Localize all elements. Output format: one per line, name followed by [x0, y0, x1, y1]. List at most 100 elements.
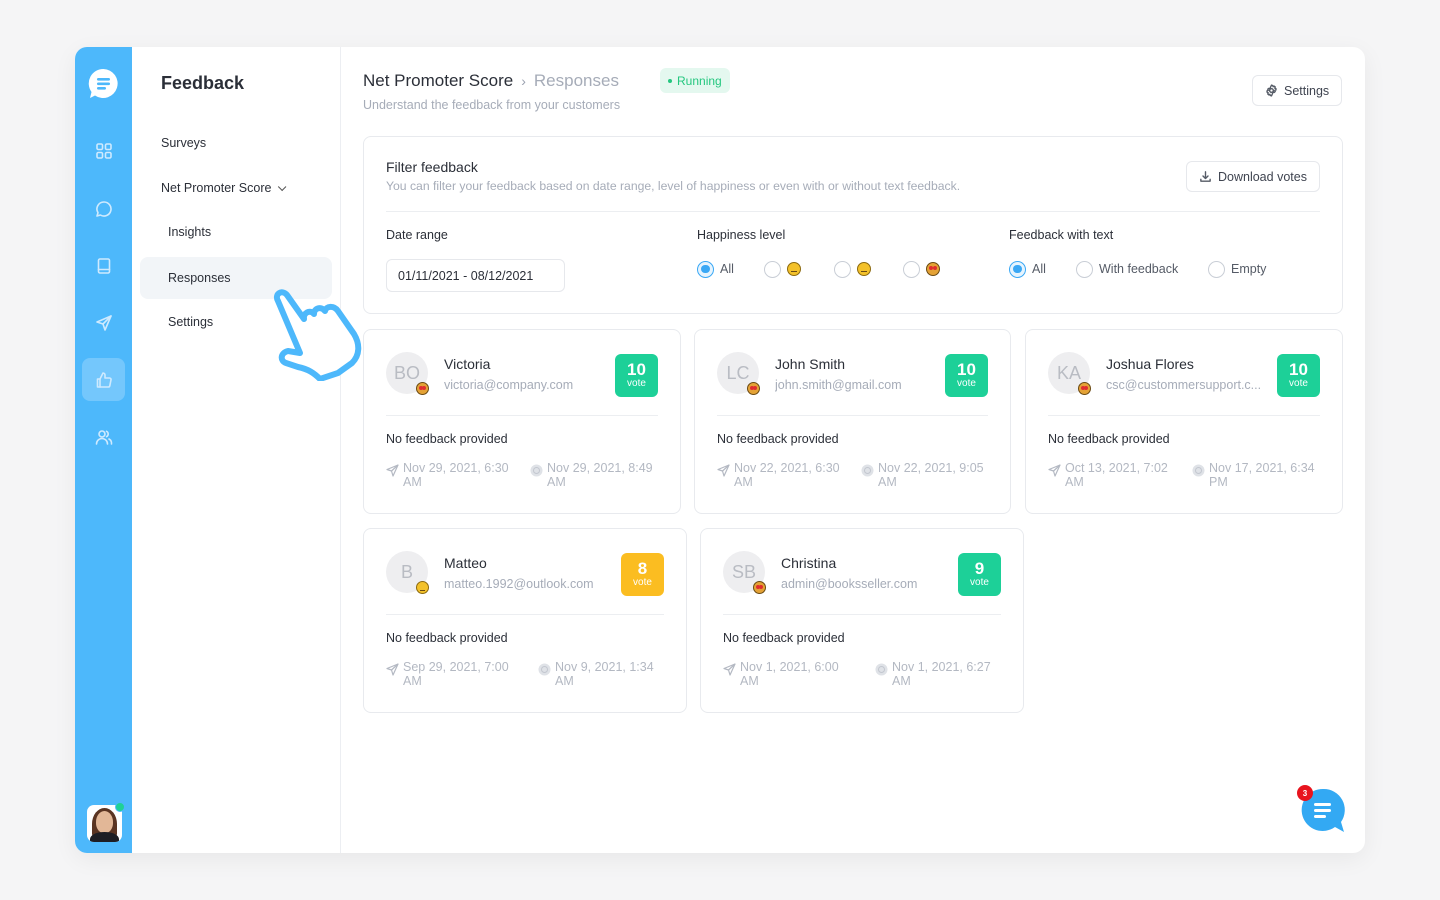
- respondent-initials: B: [400, 561, 413, 582]
- chevron-down-icon: [278, 182, 287, 192]
- breadcrumb-parent[interactable]: Net Promoter Score: [363, 71, 513, 91]
- unamused-face-icon: [787, 262, 801, 276]
- check-circle-icon: [538, 663, 551, 676]
- happiness-option-unamused[interactable]: [764, 260, 834, 278]
- settings-button-label: Settings: [1284, 83, 1330, 98]
- app-logo-icon[interactable]: [87, 67, 120, 100]
- sidebar-item-settings[interactable]: Settings: [168, 315, 213, 329]
- answered-date: Nov 9, 2021, 1:34 AM: [538, 660, 665, 688]
- sent-date: Oct 13, 2021, 7:02 AM: [1048, 461, 1175, 489]
- check-circle-icon: [861, 464, 874, 477]
- status-badge: Running: [660, 68, 730, 93]
- rail-dashboard[interactable]: [82, 129, 125, 172]
- date-range-input[interactable]: 01/11/2021 - 08/12/2021: [386, 259, 565, 292]
- nps-score-badge: 10 vote: [945, 354, 988, 397]
- respondent-email: victoria@company.com: [444, 378, 574, 392]
- send-icon: [386, 663, 399, 676]
- check-circle-icon: [530, 464, 543, 477]
- sidebar-title: Feedback: [161, 73, 245, 93]
- check-circle-icon: [1192, 464, 1205, 477]
- main-content: Net Promoter Score › Responses Running U…: [341, 47, 1365, 853]
- respondent-name: Victoria: [444, 356, 491, 372]
- sidebar-item-net-promoter-score[interactable]: Net Promoter Score: [161, 181, 287, 195]
- settings-button[interactable]: Settings: [1252, 75, 1343, 106]
- neutral-face-icon: [416, 581, 429, 594]
- download-votes-button[interactable]: Download votes: [1186, 161, 1320, 192]
- happiness-option-neutral[interactable]: [834, 260, 903, 278]
- response-card[interactable]: KA Joshua Flores csc@custommersupport.c.…: [1025, 329, 1343, 514]
- respondent-name: Joshua Flores: [1106, 356, 1194, 372]
- card-divider: [386, 614, 664, 615]
- hand-pointer-icon: [274, 289, 362, 381]
- card-divider: [717, 415, 988, 416]
- breadcrumb: Net Promoter Score › Responses: [363, 71, 619, 91]
- send-icon: [386, 464, 399, 477]
- check-circle-icon: [875, 663, 888, 676]
- respondent-name: John Smith: [775, 356, 846, 372]
- card-divider: [1048, 415, 1320, 416]
- feedback-text: No feedback provided: [386, 631, 508, 645]
- users-icon: [95, 429, 112, 445]
- sidebar-item-insights[interactable]: Insights: [168, 225, 211, 239]
- response-card[interactable]: SB Christina admin@booksseller.com 9 vot…: [700, 528, 1024, 713]
- dashboard-icon: [95, 142, 112, 159]
- respondent-initials: LC: [726, 362, 750, 383]
- thumbs-up-icon: [96, 371, 112, 388]
- nps-score: 10: [627, 360, 646, 379]
- sidebar-item-surveys[interactable]: Surveys: [161, 136, 206, 150]
- page-subtitle: Understand the feedback from your custom…: [363, 98, 621, 112]
- sidebar-item-responses[interactable]: Responses: [168, 271, 231, 285]
- respondent-initials: KA: [1056, 362, 1081, 383]
- download-icon: [1200, 171, 1211, 182]
- sent-date: Nov 1, 2021, 6:00 AM: [723, 660, 850, 688]
- happiness-level-options: All: [697, 259, 940, 279]
- chat-icon: [95, 200, 112, 217]
- happiness-option-all[interactable]: All: [697, 260, 764, 278]
- respondent-initials: SB: [731, 561, 756, 582]
- text-option-empty[interactable]: Empty: [1208, 260, 1266, 278]
- vote-label: vote: [970, 577, 989, 588]
- card-divider: [386, 415, 658, 416]
- rail-contacts[interactable]: [82, 415, 125, 458]
- filter-title: Filter feedback: [386, 159, 478, 175]
- response-card[interactable]: B Matteo matteo.1992@outlook.com 8 vote …: [363, 528, 687, 713]
- nps-score-badge: 10 vote: [615, 354, 658, 397]
- send-icon: [717, 464, 730, 477]
- feedback-text: No feedback provided: [723, 631, 845, 645]
- heart-eyes-face-icon: [753, 581, 766, 594]
- answered-date: Nov 1, 2021, 6:27 AM: [875, 660, 1002, 688]
- respondent-email: matteo.1992@outlook.com: [444, 577, 594, 591]
- vote-label: vote: [1289, 378, 1308, 389]
- happiness-option-heart-eyes[interactable]: [903, 260, 940, 278]
- nps-score: 10: [1289, 360, 1308, 379]
- book-icon: [97, 257, 110, 274]
- radio-unchecked-icon: [764, 260, 781, 278]
- rail-feedback[interactable]: [82, 358, 125, 401]
- filter-panel: Filter feedback You can filter your feed…: [363, 136, 1343, 314]
- heart-eyes-face-icon: [416, 382, 429, 395]
- sent-date: Sep 29, 2021, 7:00 AM: [386, 660, 513, 688]
- send-icon: [95, 314, 112, 331]
- nps-score: 9: [974, 559, 985, 578]
- rail-chat[interactable]: [82, 187, 125, 230]
- chat-unread-badge: 3: [1297, 785, 1313, 801]
- date-range-label: Date range: [386, 228, 448, 242]
- feedback-text: No feedback provided: [386, 432, 508, 446]
- response-card[interactable]: LC John Smith john.smith@gmail.com 10 vo…: [694, 329, 1011, 514]
- app-window: Feedback Surveys Net Promoter Score Insi…: [75, 47, 1365, 853]
- feedback-text-options: All With feedback Empty: [1009, 259, 1266, 279]
- respondent-avatar: KA: [1048, 352, 1091, 395]
- response-card[interactable]: BO Victoria victoria@company.com 10 vote…: [363, 329, 681, 514]
- vote-label: vote: [633, 577, 652, 588]
- radio-checked-icon: [697, 260, 714, 278]
- sent-date: Nov 29, 2021, 6:30 AM: [386, 461, 513, 489]
- rail-knowledge[interactable]: [82, 244, 125, 287]
- radio-unchecked-icon: [834, 260, 851, 278]
- rail-campaigns[interactable]: [82, 301, 125, 344]
- nps-score-badge: 10 vote: [1277, 354, 1320, 397]
- status-dot-icon: [668, 78, 672, 83]
- text-option-all[interactable]: All: [1009, 260, 1076, 278]
- text-option-with-feedback[interactable]: With feedback: [1076, 260, 1208, 278]
- breadcrumb-separator-icon: ›: [521, 73, 526, 89]
- vote-label: vote: [627, 378, 646, 389]
